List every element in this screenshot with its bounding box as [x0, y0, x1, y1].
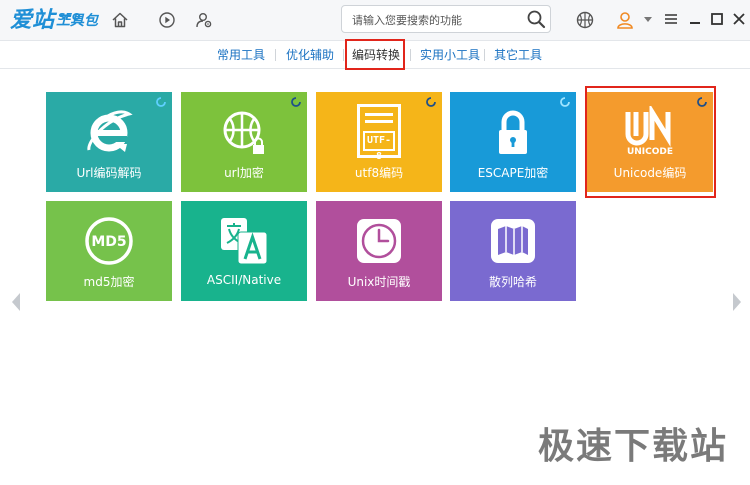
play-icon[interactable]: [156, 9, 178, 31]
doc-line: [365, 120, 393, 123]
active-tab-highlight: [345, 39, 405, 70]
loading-icon: [291, 97, 301, 107]
tile-ascii-native[interactable]: ASCII/Native: [181, 201, 307, 301]
chevron-down-icon[interactable]: [641, 9, 655, 31]
tab-divider: [410, 49, 411, 61]
md5-text: MD5: [91, 234, 126, 250]
menu-icon[interactable]: [664, 12, 678, 26]
tile-url-encode[interactable]: Url编码解码: [46, 92, 172, 192]
tab-optimization[interactable]: 优化辅助: [286, 45, 334, 65]
loading-icon: [156, 97, 166, 107]
utf8-document-icon: UTF-8: [357, 104, 401, 162]
md5-badge-icon: MD5: [85, 217, 133, 265]
app-logo: 爱站 工具包 SEO: [10, 6, 98, 34]
globe-lock-icon: [223, 111, 264, 154]
minimize-icon[interactable]: [688, 12, 702, 26]
basketball-icon[interactable]: [574, 9, 596, 31]
close-icon[interactable]: [732, 12, 746, 26]
logo-seo-text: SEO: [58, 12, 81, 23]
search-icon[interactable]: [526, 9, 546, 29]
tile-hash[interactable]: 散列哈希: [450, 201, 576, 301]
tab-utilities[interactable]: 实用小工具: [420, 45, 480, 65]
utf8-badge: UTF-8: [363, 131, 395, 162]
tile-label: ESCAPE加密: [477, 166, 549, 180]
home-icon[interactable]: [109, 9, 131, 31]
tab-other-tools[interactable]: 其它工具: [494, 45, 542, 65]
tab-divider: [484, 49, 485, 61]
tile-label: md5加密: [83, 275, 135, 289]
tile-label: url加密: [224, 166, 264, 180]
internet-explorer-icon: [87, 110, 133, 152]
maximize-icon[interactable]: [710, 12, 724, 26]
watermark-text: 极速下载站: [537, 426, 728, 467]
tile-md5-encrypt[interactable]: MD5 md5加密: [46, 201, 172, 301]
tile-label: 散列哈希: [488, 275, 537, 289]
tile-url-encrypt[interactable]: url加密: [181, 92, 307, 192]
tile-escape-encrypt[interactable]: ESCAPE加密: [450, 92, 576, 192]
doc-line: [365, 113, 393, 116]
loading-icon: [426, 97, 436, 107]
tab-divider: [343, 49, 344, 61]
scroll-left-arrow-icon[interactable]: [10, 290, 22, 314]
tile-label: Url编码解码: [76, 166, 142, 180]
tile-label: utf8编码: [354, 166, 404, 180]
scroll-right-arrow-icon[interactable]: [731, 290, 743, 314]
tile-utf8-encode[interactable]: UTF-8 utf8编码: [316, 92, 442, 192]
title-bar: 爱站 工具包 SEO: [0, 0, 750, 41]
tab-divider: [275, 49, 276, 61]
translate-icon: [221, 218, 268, 265]
tab-common-tools[interactable]: 常用工具: [217, 45, 265, 65]
loading-icon: [560, 97, 570, 107]
search-input[interactable]: [350, 10, 524, 30]
logo-main-text: 爱站: [10, 8, 55, 33]
user-settings-icon[interactable]: [193, 9, 215, 31]
padlock-icon: [499, 110, 527, 154]
clock-icon: [357, 219, 401, 263]
search-box: [341, 5, 551, 33]
user-avatar-icon[interactable]: [614, 9, 636, 31]
selected-tile-highlight: [585, 86, 716, 198]
tile-label: ASCII/Native: [206, 273, 282, 287]
tile-label: Unix时间戳: [347, 275, 411, 289]
tile-unix-timestamp[interactable]: Unix时间戳: [316, 201, 442, 301]
map-icon: [491, 219, 535, 263]
